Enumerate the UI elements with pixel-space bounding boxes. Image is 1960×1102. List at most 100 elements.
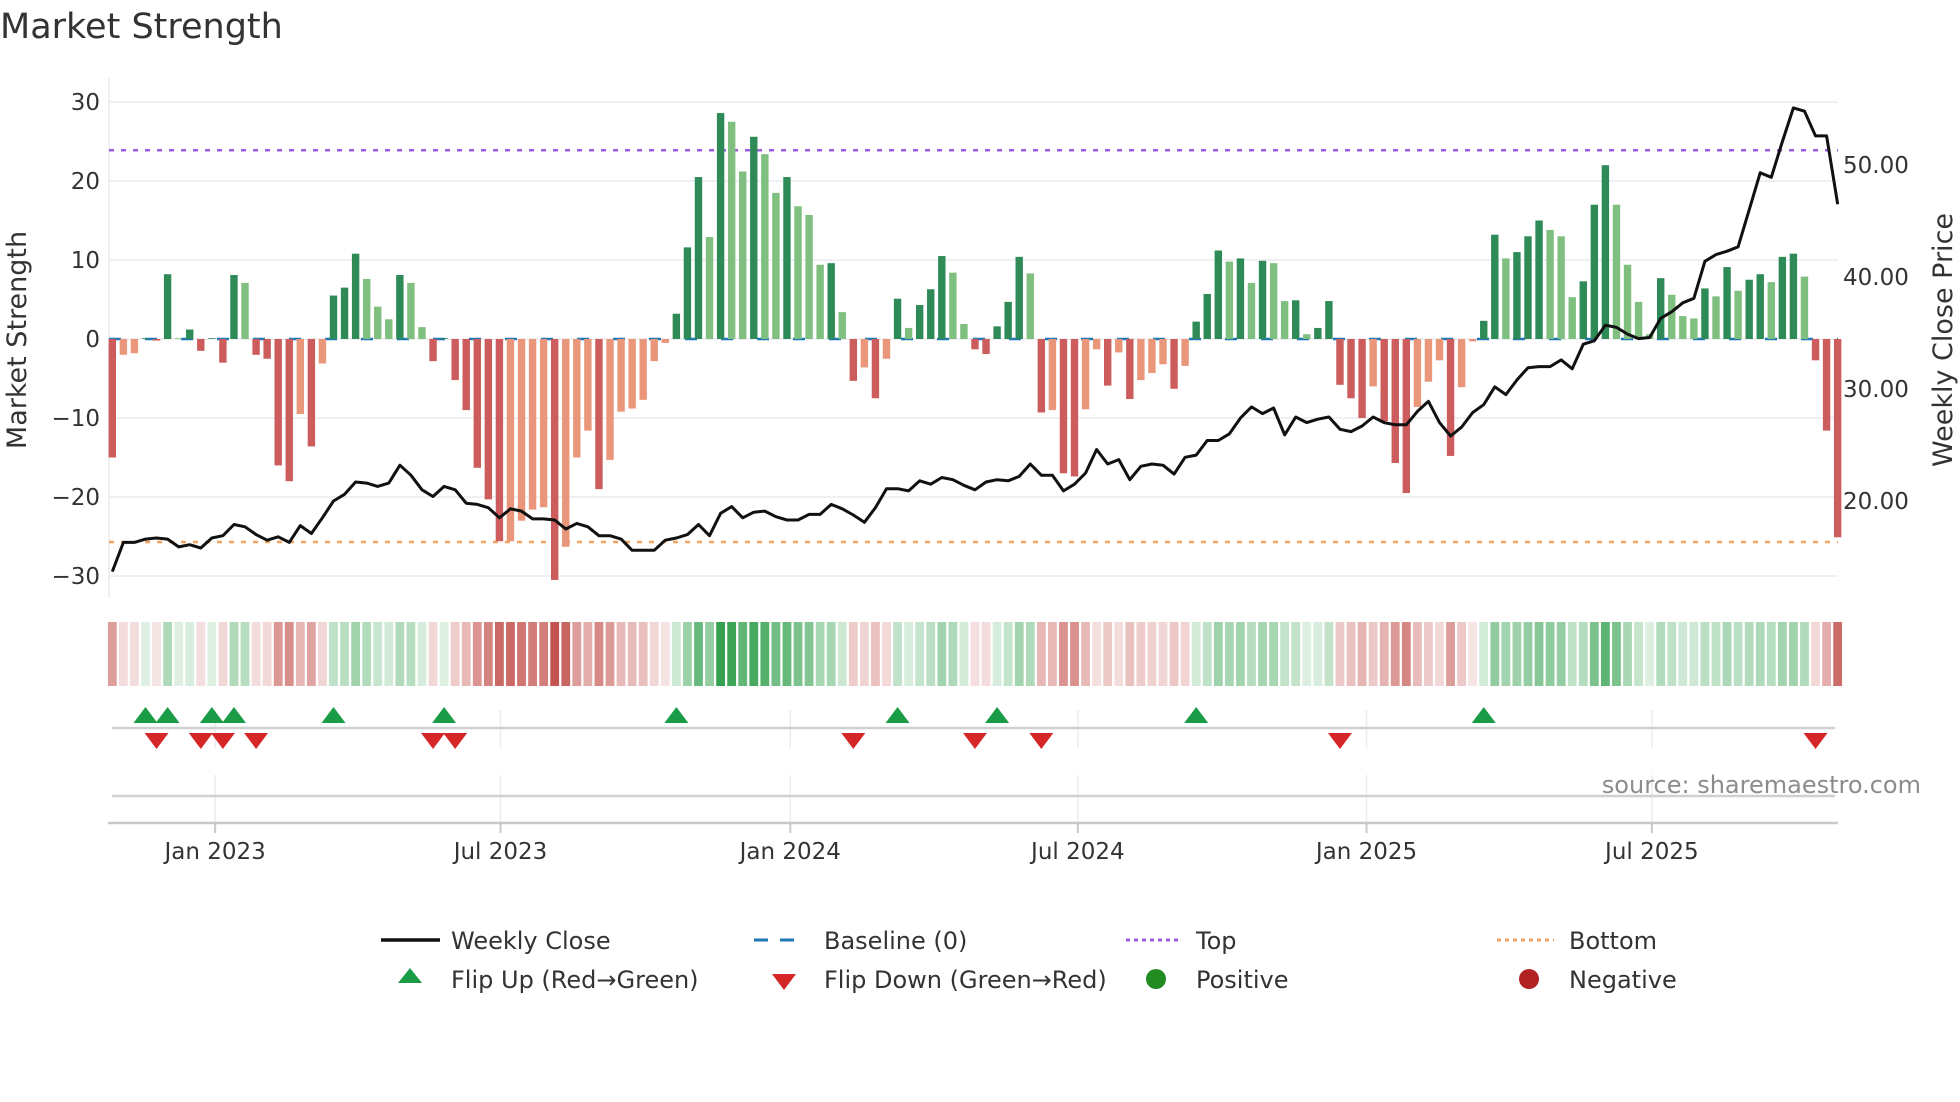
heat-cell <box>749 622 759 686</box>
heat-cell <box>472 622 482 686</box>
strength-bar <box>982 339 990 355</box>
heat-cell <box>1036 622 1046 686</box>
heat-cell <box>1368 622 1378 686</box>
positive-dot-icon <box>1146 969 1166 989</box>
strength-bar <box>1369 339 1377 387</box>
heat-cell <box>970 622 980 686</box>
strength-bar <box>716 113 725 339</box>
strength-bar <box>1457 339 1466 388</box>
strength-bar <box>1148 339 1156 373</box>
strength-bar <box>1822 339 1831 431</box>
chart-title: Market Strength <box>0 7 283 47</box>
flip-down-marker <box>421 733 446 749</box>
flip-down-marker <box>1029 733 1054 749</box>
strength-bar <box>241 282 249 339</box>
strength-bar <box>219 339 227 363</box>
heat-cell <box>1501 622 1511 686</box>
heat-cell <box>694 622 703 686</box>
y2-axis-ticks: 20.00 30.00 40.00 50.00 <box>1843 153 1909 515</box>
strength-bar <box>484 339 493 500</box>
heat-cell <box>1479 622 1489 686</box>
heat-cell <box>992 622 1002 686</box>
strength-bar <box>993 326 1001 339</box>
strength-bar <box>230 275 238 339</box>
strength-bar <box>893 298 902 339</box>
heat-cell <box>329 622 338 686</box>
strength-bar <box>1568 297 1576 339</box>
heat-cell <box>1412 622 1422 686</box>
y2-tick-label: 40.00 <box>1843 265 1909 291</box>
strength-bar <box>152 339 161 341</box>
strength-bar <box>551 339 559 580</box>
strength-bar <box>805 214 813 339</box>
heat-cell <box>904 622 914 686</box>
strength-bar <box>1015 256 1023 339</box>
strength-bar <box>539 339 548 508</box>
heat-cell <box>1070 622 1079 686</box>
strength-bar <box>1380 339 1388 422</box>
flip-up-marker <box>664 707 689 723</box>
strength-bar <box>860 339 869 368</box>
heat-cell <box>1346 622 1356 686</box>
strength-bar <box>1468 339 1477 342</box>
negative-dot-icon <box>1519 969 1539 989</box>
heat-cell <box>760 622 770 686</box>
heat-cell <box>1401 622 1411 686</box>
strength-bar <box>263 339 271 359</box>
strength-bar <box>971 339 979 350</box>
strength-bar <box>1203 293 1211 339</box>
strength-bar <box>783 177 791 339</box>
heat-cell <box>1766 622 1776 686</box>
legend-label: Positive <box>1196 966 1289 994</box>
strength-bar <box>1170 339 1178 389</box>
heat-cell <box>1258 622 1267 686</box>
heat-cell <box>517 622 526 686</box>
strength-bar <box>451 339 459 381</box>
heat-cell <box>1236 622 1245 686</box>
heat-cell <box>1722 622 1732 686</box>
heat-cell <box>859 622 869 686</box>
strength-bar <box>584 339 592 431</box>
flip-markers-panel <box>112 707 1835 749</box>
strength-bar <box>727 121 736 339</box>
heat-cell <box>804 622 814 686</box>
flip-down-marker <box>144 733 169 749</box>
heat-cell <box>406 622 416 686</box>
heat-cell <box>1833 622 1843 686</box>
heat-cell <box>1700 622 1710 686</box>
heat-cell <box>1678 622 1688 686</box>
strength-bar <box>750 136 758 339</box>
heat-cell <box>1656 622 1666 686</box>
strength-bar <box>186 329 194 339</box>
strength-bar <box>307 339 316 447</box>
strength-bar <box>340 287 349 339</box>
heat-cell <box>196 622 206 686</box>
heat-cell <box>1247 622 1256 686</box>
strength-bar <box>1778 256 1787 339</box>
strength-bar <box>1070 339 1079 477</box>
heat-cell <box>1269 622 1278 686</box>
strength-bar <box>1690 318 1698 339</box>
strength-bar <box>1789 253 1798 339</box>
strength-bar <box>1303 334 1311 339</box>
x-tick-label: Jul 2025 <box>1603 839 1699 865</box>
flip-up-icon <box>398 968 422 983</box>
strength-bar <box>1535 220 1543 339</box>
heat-cell <box>848 622 858 686</box>
legend-label: Negative <box>1569 966 1677 994</box>
strength-bar <box>960 323 968 339</box>
y-tick-label: 0 <box>85 327 100 353</box>
strength-bar <box>462 339 470 411</box>
strength-bar <box>1081 339 1090 410</box>
strength-bar <box>473 339 481 468</box>
strength-bar <box>374 306 382 339</box>
strength-bar <box>1159 339 1167 365</box>
heat-cell <box>1733 622 1743 686</box>
strength-bar <box>562 339 570 547</box>
legend-label: Baseline (0) <box>824 927 967 955</box>
strength-bar <box>418 327 426 339</box>
strength-bar <box>1314 327 1322 339</box>
heat-cell <box>1811 622 1820 686</box>
heat-cell <box>450 622 460 686</box>
strength-heat-strip <box>107 622 1843 686</box>
